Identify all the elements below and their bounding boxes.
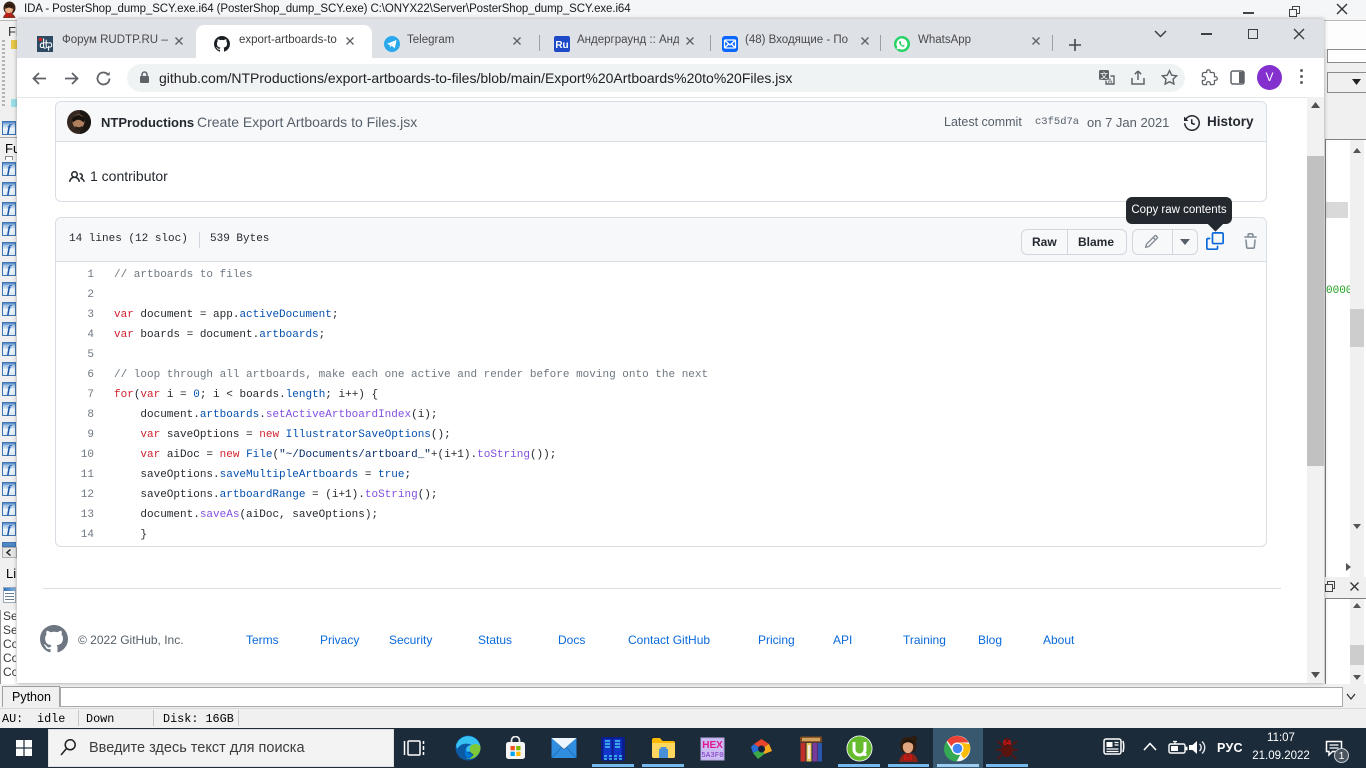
svg-text:64: 64: [5, 13, 12, 18]
svg-text:5A3F0: 5A3F0: [701, 752, 724, 760]
svg-text:64: 64: [1003, 738, 1012, 747]
svg-text:A: A: [1107, 77, 1112, 86]
svg-text:Ru: Ru: [555, 40, 568, 51]
svg-text:HEX: HEX: [702, 740, 723, 751]
svg-text:64: 64: [904, 754, 913, 763]
